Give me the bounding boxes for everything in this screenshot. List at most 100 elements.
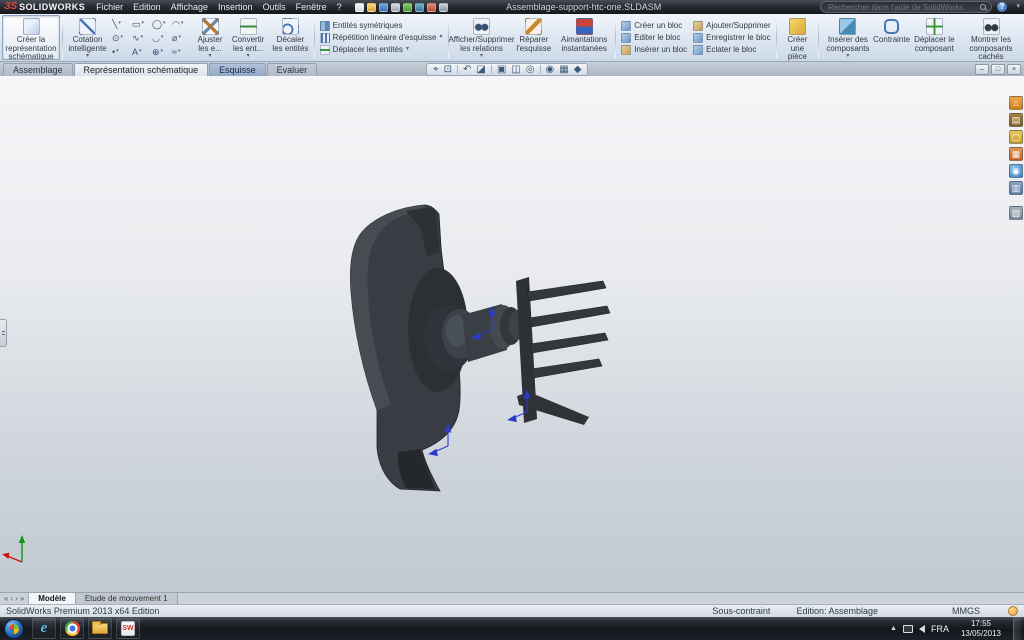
- quick-tips-icon[interactable]: [1008, 606, 1018, 616]
- document-minimize-button[interactable]: –: [975, 64, 989, 75]
- make-block-button[interactable]: Créer un bloc: [621, 20, 687, 31]
- text-tool-icon[interactable]: A ▾: [132, 45, 151, 59]
- point-tool-icon[interactable]: • ▾: [112, 45, 131, 59]
- appearances-scenes-icon[interactable]: ◉: [1009, 164, 1023, 178]
- convert-entities-button[interactable]: Convertir les ent... ▾: [227, 15, 269, 60]
- chrome-icon: [64, 621, 80, 636]
- feature-manager-collapsed-handle[interactable]: [0, 319, 7, 347]
- arc-tool-icon[interactable]: ◠ ▾: [172, 17, 191, 31]
- tab-scroll-next-icon[interactable]: ›: [15, 594, 18, 603]
- previous-view-icon[interactable]: ↶: [463, 64, 471, 76]
- custom-properties-icon[interactable]: ▥: [1009, 181, 1023, 195]
- help-search-input[interactable]: [826, 1, 977, 13]
- undo-icon[interactable]: [402, 2, 412, 12]
- instant-snaps-button[interactable]: Aimantations instantanées: [555, 15, 613, 60]
- solidworks-taskbar-button[interactable]: SW: [116, 618, 140, 639]
- move-component-button[interactable]: Déplacer le composant: [909, 15, 960, 60]
- edit-appearance-icon[interactable]: ◉: [546, 64, 555, 76]
- construction-tool-icon[interactable]: ≈ ▾: [172, 45, 191, 59]
- tab-scroll-prev-icon[interactable]: ‹: [10, 594, 13, 603]
- new-document-icon[interactable]: [354, 2, 364, 12]
- tool-glyph: ◯: [152, 18, 163, 29]
- insert-components-button[interactable]: Insérer des composants ▾: [821, 15, 874, 60]
- zoom-to-fit-icon[interactable]: ⌖: [433, 64, 439, 76]
- graphics-area[interactable]: ⌂ ▤ ▢ ▦ ◉ ▥ ▧: [0, 76, 1024, 592]
- fillet-tool-icon[interactable]: ◡ ▾: [152, 31, 171, 45]
- trim-entities-button[interactable]: Ajuster les e... ▾: [193, 15, 227, 60]
- tab-assemblage[interactable]: Assemblage: [3, 63, 73, 76]
- linear-pattern-button[interactable]: Répétition linéaire d'esquisse ▾: [319, 32, 443, 43]
- menu-fenetre[interactable]: Fenêtre: [291, 0, 332, 14]
- view-orientation-icon[interactable]: ▣: [497, 64, 506, 76]
- taskbar-clock[interactable]: 17:55 13/05/2013: [955, 619, 1007, 638]
- repair-sketch-button[interactable]: Réparer l'esquisse: [513, 15, 556, 60]
- document-restore-button[interactable]: □: [991, 64, 1005, 75]
- display-tray-icon[interactable]: [902, 624, 913, 633]
- start-button[interactable]: [4, 618, 24, 639]
- internet-explorer-button[interactable]: e: [32, 618, 56, 639]
- menu-insertion[interactable]: Insertion: [213, 0, 258, 14]
- create-schematic-button[interactable]: Créer la représentation schématique: [2, 15, 60, 61]
- tab-esquisse[interactable]: Esquisse: [209, 63, 266, 76]
- hide-show-items-icon[interactable]: ◎: [526, 64, 535, 76]
- chrome-button[interactable]: [60, 618, 84, 639]
- offset-entities-button[interactable]: Décaler les entités: [269, 15, 312, 60]
- mate-button[interactable]: Contrainte: [873, 15, 910, 60]
- file-explorer-icon[interactable]: ▢: [1009, 130, 1023, 144]
- menu-outils[interactable]: Outils: [258, 0, 291, 14]
- rebuild-icon[interactable]: [426, 2, 436, 12]
- menu-edition[interactable]: Edition: [128, 0, 166, 14]
- display-relations-button[interactable]: Afficher/Supprimer les relations ▾: [448, 15, 515, 60]
- spline-tool-icon[interactable]: ∿ ▾: [132, 31, 151, 45]
- view-settings-icon[interactable]: ◆: [574, 64, 582, 76]
- tab-scroll-last-icon[interactable]: »: [20, 594, 24, 603]
- save-icon[interactable]: [378, 2, 388, 12]
- edit-block-button[interactable]: Editer le bloc: [621, 32, 687, 43]
- section-view-icon[interactable]: ◪: [476, 64, 485, 76]
- units-status[interactable]: MMGS: [952, 606, 980, 616]
- ellipse-tool-icon[interactable]: ⊙ ▾: [112, 31, 131, 45]
- view-palette-icon[interactable]: ▦: [1009, 147, 1023, 161]
- circle-tool-icon[interactable]: ◯ ▾: [152, 17, 171, 31]
- options-gear-icon[interactable]: [438, 2, 448, 12]
- zoom-to-area-icon[interactable]: ⊡: [444, 64, 452, 76]
- move-entities-button[interactable]: Déplacer les entités ▾: [319, 44, 443, 55]
- pattern-tool-icon[interactable]: ⊕ ▾: [152, 45, 171, 59]
- open-icon[interactable]: [366, 2, 376, 12]
- display-style-icon[interactable]: ◫: [511, 64, 520, 76]
- save-block-button[interactable]: Enregistrer le bloc: [693, 32, 771, 43]
- mirror-entities-button[interactable]: Entités symétriques: [319, 20, 443, 31]
- volume-icon[interactable]: [918, 624, 925, 633]
- apply-scene-icon[interactable]: ▦: [559, 64, 568, 76]
- show-desktop-button[interactable]: [1013, 617, 1022, 640]
- design-library-icon[interactable]: ▤: [1009, 113, 1023, 127]
- create-part-button[interactable]: Créer une pièce ▾: [779, 15, 817, 61]
- print-icon[interactable]: [390, 2, 400, 12]
- tab-representation-schematique[interactable]: Représentation schématique: [73, 63, 209, 76]
- tab-evaluer[interactable]: Evaluer: [266, 63, 318, 76]
- language-indicator[interactable]: FRA: [931, 624, 949, 634]
- slot-tool-icon[interactable]: ⌀ ▾: [172, 31, 191, 45]
- document-close-button[interactable]: ×: [1007, 64, 1021, 75]
- line-tool-icon[interactable]: ╲ ▾: [112, 17, 131, 31]
- tab-etude-de-mouvement[interactable]: Etude de mouvement 1: [75, 593, 178, 604]
- search-options-chevron-icon[interactable]: ▾: [1016, 0, 1020, 14]
- smart-dimension-button[interactable]: Cotation intelligente ▾: [65, 15, 110, 60]
- redo-icon[interactable]: [414, 2, 424, 12]
- insert-block-button[interactable]: Insérer un bloc: [621, 44, 687, 55]
- tray-expand-icon[interactable]: ▲: [890, 625, 897, 632]
- menu-affichage[interactable]: Affichage: [166, 0, 213, 14]
- search-icon[interactable]: [980, 4, 986, 10]
- menu-help[interactable]: ?: [332, 0, 347, 14]
- menu-fichier[interactable]: Fichier: [91, 0, 128, 14]
- solidworks-resources-icon[interactable]: ⌂: [1009, 96, 1023, 110]
- explode-block-button[interactable]: Eclater le bloc: [693, 44, 770, 55]
- help-icon[interactable]: ?: [997, 2, 1007, 12]
- rectangle-tool-icon[interactable]: ▭ ▾: [132, 17, 151, 31]
- show-hidden-components-button[interactable]: Montrer les composants cachés: [960, 15, 1022, 61]
- tab-modele[interactable]: Modèle: [29, 593, 76, 604]
- document-recovery-icon[interactable]: ▧: [1009, 206, 1023, 220]
- add-remove-button[interactable]: Ajouter/Supprimer: [693, 20, 771, 31]
- tab-scroll-first-icon[interactable]: «: [4, 594, 8, 603]
- file-explorer-button[interactable]: [88, 618, 112, 639]
